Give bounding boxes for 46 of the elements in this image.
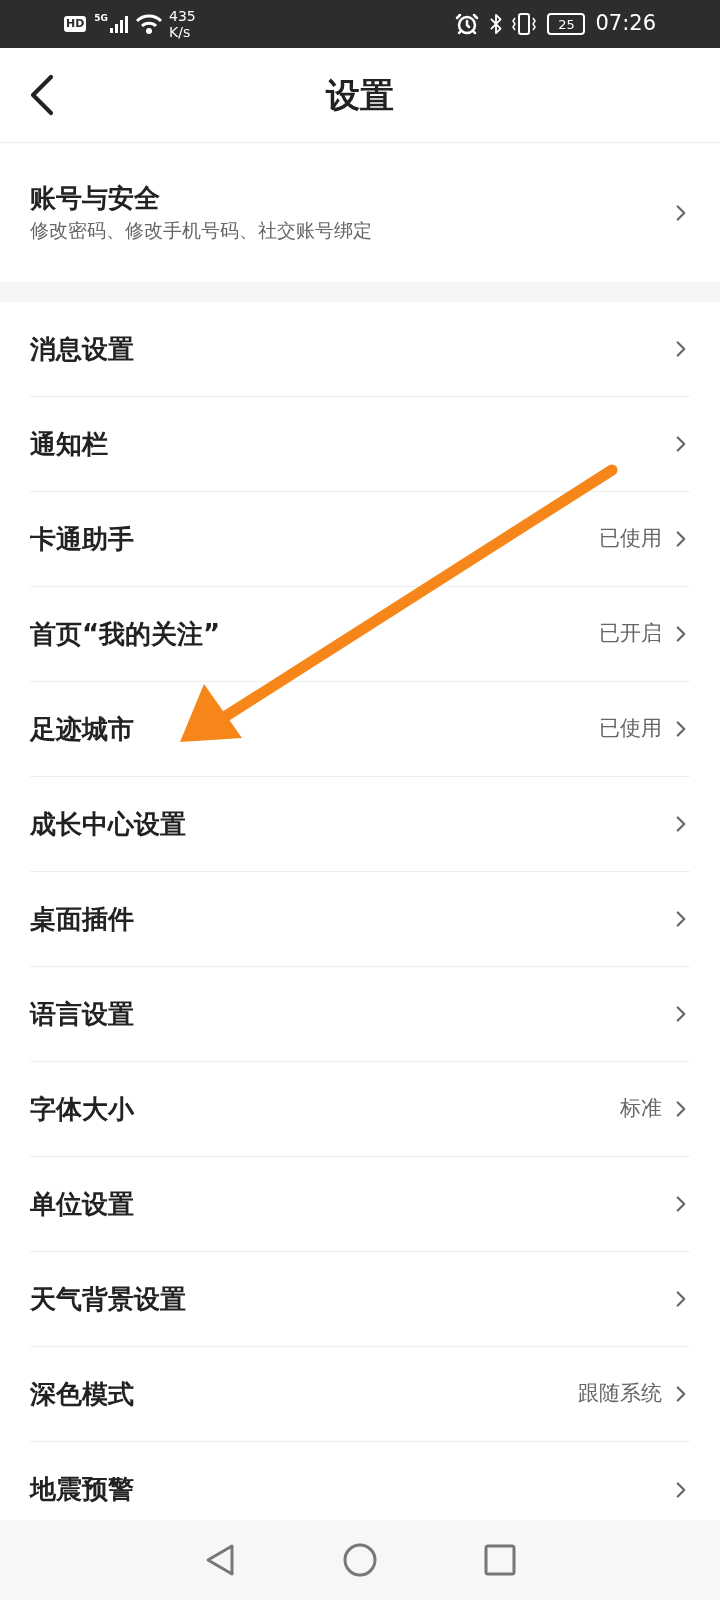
network-label: 5G — [94, 12, 108, 25]
hd-badge: HD — [64, 16, 87, 32]
row-label: 天气背景设置 — [30, 1282, 187, 1316]
row-label: 深色模式 — [30, 1377, 135, 1411]
row-title: 账号与安全 — [30, 185, 161, 211]
settings-row[interactable]: 成长中心设置 — [30, 777, 690, 872]
settings-row[interactable]: 地震预警 — [30, 1442, 690, 1520]
vibrate-icon — [511, 12, 538, 36]
page-title: 设置 — [326, 73, 394, 117]
row-value: 标准 — [620, 1095, 662, 1123]
row-subtitle: 修改密码、修改手机号码、社交账号绑定 — [30, 221, 373, 240]
row-label: 消息设置 — [30, 332, 135, 366]
settings-row[interactable]: 天气背景设置 — [30, 1252, 690, 1347]
settings-row[interactable]: 消息设置 — [30, 302, 690, 397]
row-value: 已开启 — [599, 620, 662, 648]
row-label: 成长中心设置 — [30, 807, 187, 841]
row-value: 已使用 — [599, 525, 662, 553]
settings-row[interactable]: 首页“我的关注” 已开启 — [30, 587, 690, 682]
settings-row[interactable]: 桌面插件 — [30, 872, 690, 967]
settings-row[interactable]: 字体大小 标准 — [30, 1062, 690, 1157]
row-label: 地震预警 — [30, 1473, 135, 1506]
wifi-icon — [135, 13, 163, 35]
row-value: 跟随系统 — [578, 1380, 662, 1408]
row-label: 单位设置 — [30, 1187, 135, 1221]
clock: 07:26 — [595, 10, 656, 38]
settings-row[interactable]: 卡通助手 已使用 — [30, 492, 690, 587]
battery-indicator: 25 — [547, 13, 586, 35]
speed-value: 435 — [169, 8, 196, 24]
row-label: 首页“我的关注” — [30, 617, 222, 651]
account-security-row[interactable]: 账号与安全 修改密码、修改手机号码、社交账号绑定 — [0, 143, 720, 282]
signal-icon — [109, 15, 129, 33]
row-label: 通知栏 — [30, 427, 109, 461]
row-label: 桌面插件 — [30, 902, 135, 936]
settings-row[interactable]: 语言设置 — [30, 967, 690, 1062]
alarm-icon — [455, 12, 480, 36]
row-label: 语言设置 — [30, 997, 135, 1031]
speed-unit: K/s — [169, 24, 192, 40]
row-label: 字体大小 — [30, 1092, 136, 1126]
settings-row[interactable]: 通知栏 — [30, 397, 690, 492]
settings-row[interactable]: 单位设置 — [30, 1157, 690, 1252]
home-nav-icon[interactable] — [343, 1543, 377, 1577]
row-label: 足迹城市 — [30, 712, 135, 746]
row-value: 已使用 — [599, 715, 662, 743]
settings-row[interactable]: 深色模式 跟随系统 — [30, 1347, 690, 1442]
row-label: 卡通助手 — [30, 522, 135, 556]
recents-nav-icon[interactable] — [484, 1544, 517, 1576]
